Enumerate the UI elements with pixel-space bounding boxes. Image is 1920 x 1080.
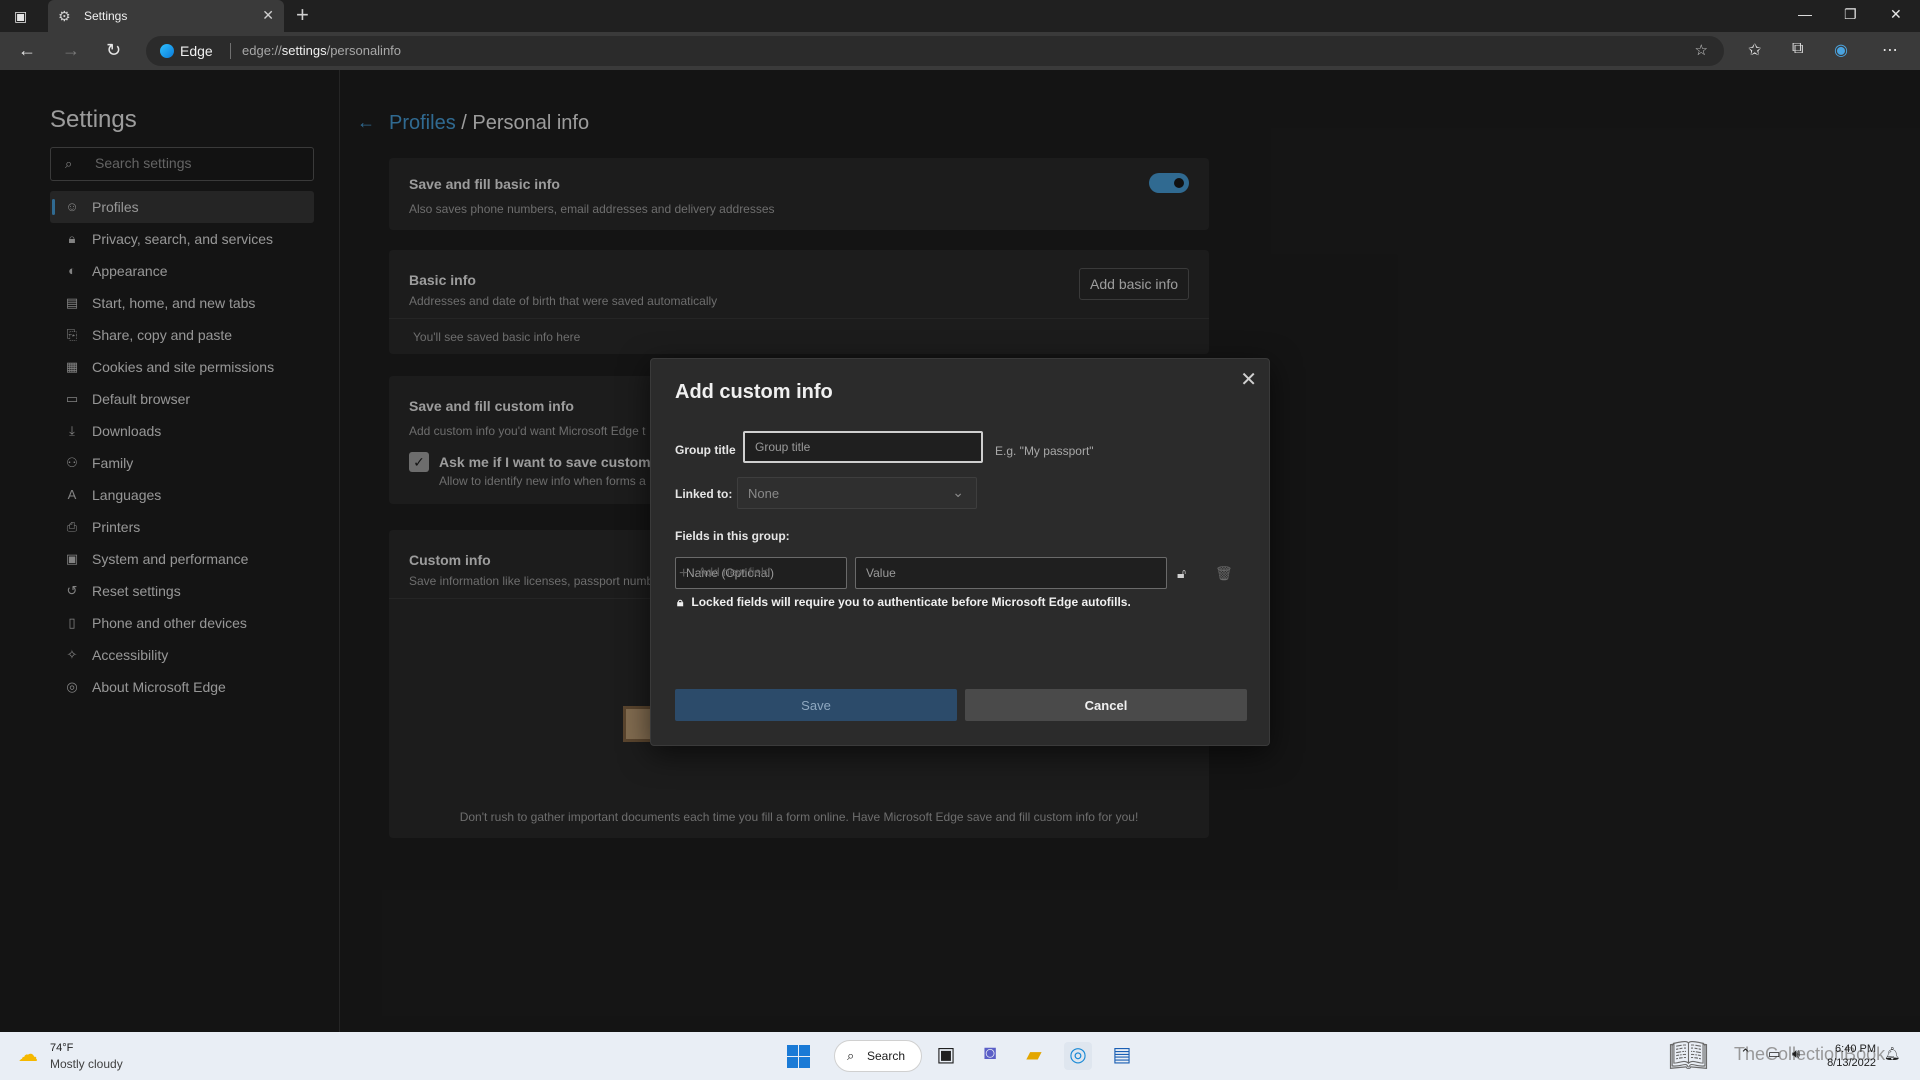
- favorites-icon[interactable]: ✩: [1748, 40, 1761, 60]
- locked-note-text: Locked fields will require you to authen…: [691, 595, 1131, 609]
- gear-icon: ⚙: [58, 8, 71, 24]
- start-icon-tile: [799, 1045, 810, 1056]
- start-icon-tile: [787, 1045, 798, 1056]
- store-icon[interactable]: ▤: [1108, 1042, 1136, 1070]
- start-button[interactable]: [784, 1042, 812, 1070]
- toolbar: ← → ↻ Edge edge://settings/personalinfo …: [0, 32, 1920, 70]
- linked-to-select[interactable]: None ⌄: [737, 477, 977, 509]
- tray-chevron-icon[interactable]: ⌃: [1740, 1046, 1751, 1062]
- group-title-input[interactable]: [743, 431, 983, 463]
- linked-to-label: Linked to:: [675, 487, 733, 501]
- cancel-button[interactable]: Cancel: [965, 689, 1247, 721]
- add-custom-info-dialog: ✕ Add custom info Group title E.g. "My p…: [650, 358, 1270, 746]
- unlock-icon[interactable]: 🔓︎: [1177, 565, 1186, 582]
- dialog-title: Add custom info: [675, 381, 833, 403]
- new-tab-icon[interactable]: +: [296, 4, 309, 26]
- clock-time: 6:40 PM: [1835, 1043, 1876, 1055]
- edge-label: Edge: [180, 43, 213, 59]
- edge-icon: [160, 44, 174, 58]
- add-favorite-icon[interactable]: ☆: [1695, 41, 1708, 59]
- taskbar: ☁ 74°F Mostly cloudy ⌕ Search ▣ ◙ ▰ ◎ ▤ …: [0, 1032, 1920, 1080]
- tab-actions-icon[interactable]: ▣: [14, 8, 30, 24]
- edge-badge: Edge: [160, 43, 213, 59]
- taskbar-search-label: Search: [867, 1049, 906, 1063]
- start-icon-tile: [799, 1057, 810, 1068]
- address-separator: [230, 43, 231, 59]
- clock[interactable]: 6:40 PM 8/13/2022: [1827, 1042, 1876, 1070]
- weather-icon[interactable]: ☁: [18, 1042, 38, 1067]
- tab-settings[interactable]: ⚙ Settings ✕: [48, 0, 284, 32]
- refresh-icon[interactable]: ↻: [106, 40, 121, 60]
- minimize-icon[interactable]: —: [1798, 6, 1812, 22]
- search-icon: ⌕: [847, 1048, 855, 1063]
- taskbar-search[interactable]: ⌕ Search: [834, 1040, 922, 1072]
- url-bold: settings: [281, 43, 327, 58]
- forward-icon[interactable]: →: [62, 40, 80, 60]
- start-icon-tile: [787, 1057, 798, 1068]
- volume-icon[interactable]: 🔊︎: [1792, 1046, 1800, 1062]
- add-new-field-button[interactable]: + Add new field: [679, 565, 770, 583]
- fields-label: Fields in this group:: [675, 529, 790, 543]
- url-rest: /personalinfo: [326, 43, 402, 58]
- chevron-down-icon: ⌄: [952, 484, 964, 500]
- close-window-icon[interactable]: ✕: [1890, 6, 1902, 23]
- task-view-icon[interactable]: ▣: [932, 1042, 960, 1070]
- restore-icon[interactable]: ❐: [1844, 6, 1857, 23]
- group-title-label: Group title: [675, 443, 736, 457]
- file-explorer-icon[interactable]: ▰: [1020, 1042, 1048, 1070]
- edge-taskbar-icon[interactable]: ◎: [1064, 1042, 1092, 1070]
- profile-avatar-icon[interactable]: ◉: [1834, 40, 1848, 60]
- tab-title: Settings: [84, 9, 128, 23]
- save-button[interactable]: Save: [675, 689, 957, 721]
- weather-condition: Mostly cloudy: [50, 1057, 123, 1071]
- weather-temp: 74°F: [50, 1042, 74, 1054]
- collections-icon[interactable]: ⧉: [1792, 40, 1803, 58]
- url-text[interactable]: edge://settings/personalinfo: [242, 43, 401, 58]
- close-tab-icon[interactable]: ✕: [262, 7, 274, 24]
- trash-icon[interactable]: 🗑︎: [1215, 565, 1233, 582]
- group-title-hint: E.g. "My passport": [995, 444, 1094, 458]
- back-icon[interactable]: ←: [18, 40, 36, 60]
- clock-date: 8/13/2022: [1827, 1057, 1876, 1069]
- address-bar[interactable]: Edge edge://settings/personalinfo ☆: [146, 36, 1724, 66]
- more-icon[interactable]: ⋯: [1882, 40, 1898, 60]
- field-value-input[interactable]: [855, 557, 1167, 589]
- lock-icon: 🔒︎: [677, 595, 684, 609]
- linked-to-value: None: [748, 486, 780, 501]
- url-prefix: edge://: [242, 43, 282, 58]
- book-logo-icon: 📖︎: [1668, 1037, 1709, 1073]
- plus-icon: +: [679, 565, 689, 582]
- notification-icon[interactable]: 🔔︎: [1884, 1046, 1901, 1062]
- network-icon[interactable]: ▭: [1768, 1046, 1780, 1062]
- locked-note: 🔒︎ Locked fields will require you to auth…: [677, 595, 1131, 610]
- chat-icon[interactable]: ◙: [976, 1042, 1004, 1070]
- add-new-field-label: Add new field: [698, 565, 771, 579]
- close-icon[interactable]: ✕: [1240, 367, 1257, 392]
- title-bar: ▣ ⚙ Settings ✕ + — ❐ ✕: [0, 0, 1920, 32]
